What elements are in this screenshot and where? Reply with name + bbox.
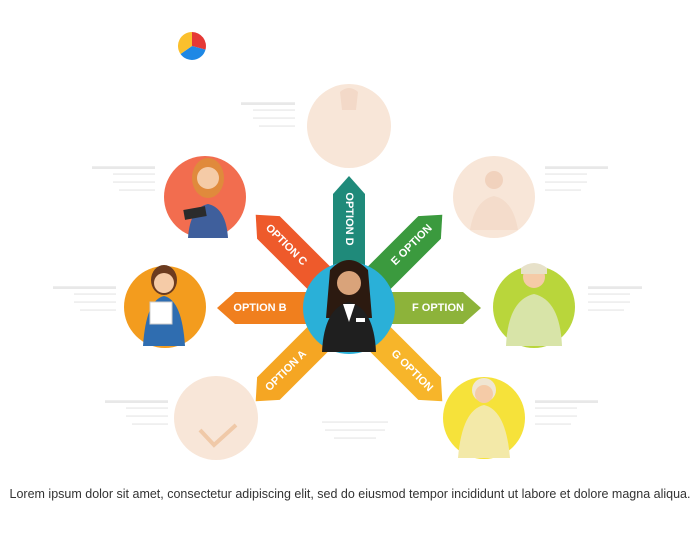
option-label-f: F OPTION [412,302,464,314]
option-label-b: OPTION B [233,302,286,314]
avatar-circle-green [493,263,575,348]
avatar-circle-top [307,84,391,168]
option-label-d: OPTION D [343,192,355,245]
avatar-circle-bottom-left [174,376,258,460]
avatar-circle-coral [164,156,246,238]
avatar-circle-yellow [443,377,525,459]
footer-text: Lorem ipsum dolor sit amet, consectetur … [9,487,691,501]
option-wheel-diagram: OPTION AOPTION BOPTION C OPTION DE OPTION… [124,84,575,460]
avatar-circle-top-right [453,156,535,238]
avatar-circle-orange [124,265,206,348]
